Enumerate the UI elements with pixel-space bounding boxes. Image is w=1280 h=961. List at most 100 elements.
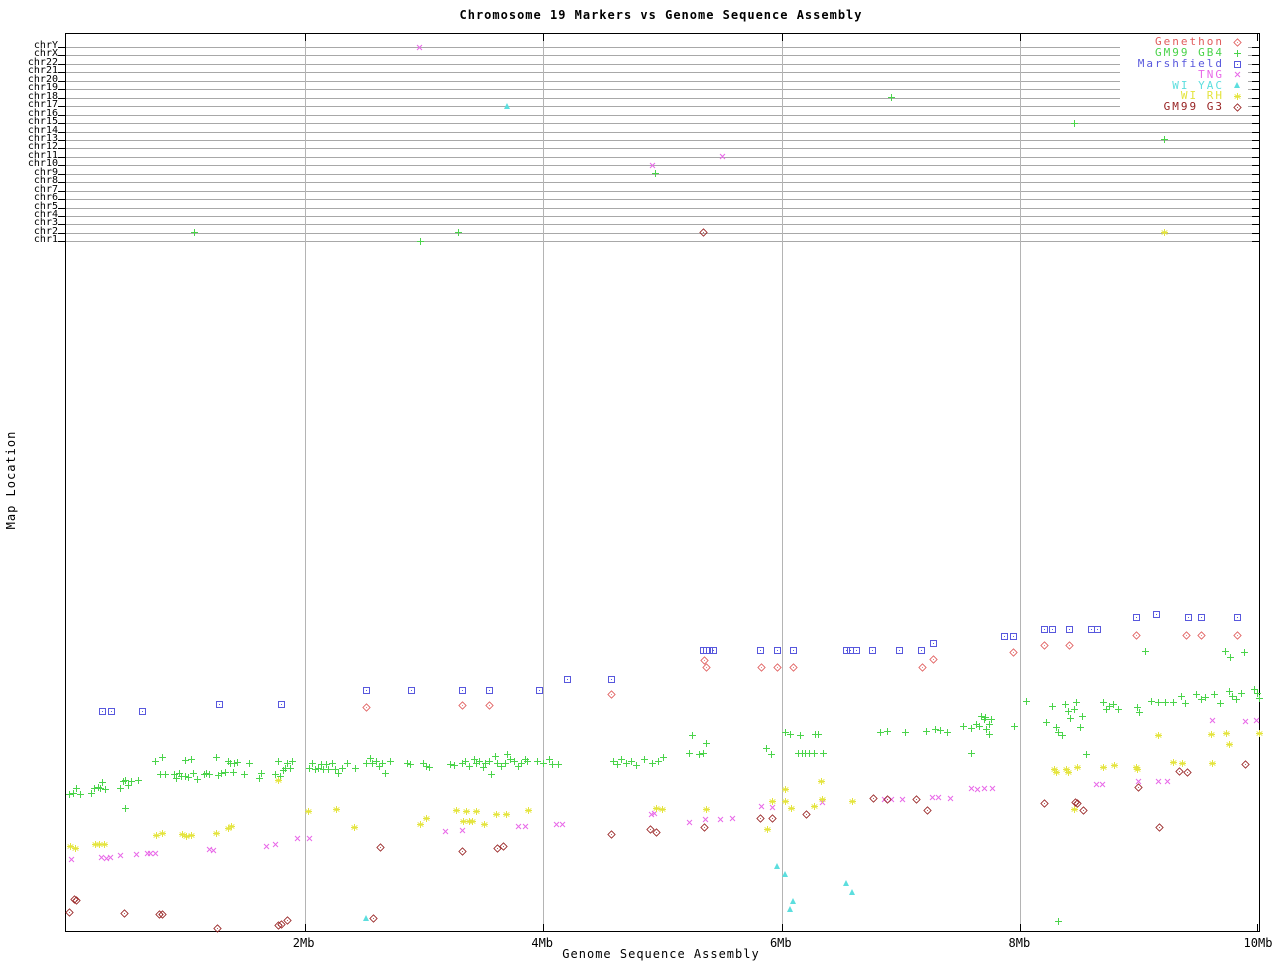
legend-row: GM99 G3 xyxy=(1120,101,1248,113)
data-point-marker xyxy=(1100,698,1108,706)
data-point-marker xyxy=(607,675,615,683)
y-axis-tick xyxy=(58,173,65,175)
data-point-marker xyxy=(932,725,940,733)
data-point-marker xyxy=(1074,763,1082,771)
data-point-marker xyxy=(272,770,280,778)
data-point-marker xyxy=(927,792,937,802)
data-point-marker xyxy=(382,769,390,777)
y-axis-tick xyxy=(1252,165,1259,167)
data-point-marker xyxy=(1098,779,1108,789)
data-point-marker xyxy=(1234,613,1242,621)
data-point-marker xyxy=(246,759,254,767)
y-axis-tick xyxy=(1252,63,1259,65)
data-point-marker xyxy=(181,756,189,764)
data-point-marker xyxy=(351,823,359,831)
data-point-marker xyxy=(551,819,561,829)
data-point-marker xyxy=(1064,707,1072,715)
data-point-marker xyxy=(328,759,336,767)
data-point-marker xyxy=(649,759,657,767)
data-point-marker xyxy=(1198,613,1206,621)
data-point-marker xyxy=(790,897,797,904)
data-point-marker xyxy=(135,776,143,784)
data-point-marker xyxy=(482,759,490,767)
data-point-marker xyxy=(1241,716,1251,726)
data-point-marker xyxy=(1252,715,1262,725)
data-point-marker xyxy=(1250,685,1258,693)
gridline-vertical xyxy=(781,34,783,931)
data-point-marker xyxy=(557,819,567,829)
data-point-marker xyxy=(224,757,232,765)
data-point-marker xyxy=(1094,625,1102,633)
data-point-marker xyxy=(1071,797,1080,807)
data-point-marker xyxy=(1009,632,1017,640)
y-axis-tick xyxy=(58,47,65,48)
data-point-marker xyxy=(1052,723,1060,731)
y-axis-tick xyxy=(1252,232,1259,234)
data-point-marker xyxy=(1198,695,1206,703)
data-point-marker xyxy=(1062,700,1070,708)
data-point-marker xyxy=(66,790,74,798)
data-point-marker xyxy=(258,769,266,777)
x-tick-label: 2Mb xyxy=(292,936,315,950)
track-line xyxy=(66,106,1259,108)
data-point-marker xyxy=(545,755,553,763)
data-point-marker xyxy=(311,765,319,773)
data-point-marker xyxy=(463,807,471,815)
data-point-marker xyxy=(923,805,932,815)
data-point-marker xyxy=(1237,689,1245,697)
legend-marker-icon xyxy=(1233,60,1241,68)
data-point-marker xyxy=(1070,705,1078,713)
y-axis-tick xyxy=(1252,47,1259,48)
track-line xyxy=(66,89,1259,91)
data-point-marker xyxy=(107,707,115,715)
data-point-marker xyxy=(1162,698,1170,706)
data-point-marker xyxy=(1179,759,1187,767)
y-axis-tick xyxy=(1252,216,1259,218)
data-point-marker xyxy=(284,759,292,767)
data-point-marker xyxy=(848,797,856,805)
data-point-marker xyxy=(362,702,371,712)
data-point-marker xyxy=(1142,647,1150,655)
data-point-marker xyxy=(820,749,828,757)
y-axis-tick xyxy=(58,72,65,74)
data-point-marker xyxy=(703,739,711,747)
chart-title: Chromosome 19 Markers vs Genome Sequence… xyxy=(459,8,863,22)
data-point-marker xyxy=(869,793,878,803)
data-point-marker xyxy=(315,764,323,772)
data-point-marker xyxy=(980,783,990,793)
data-point-marker xyxy=(1040,798,1049,808)
data-point-marker xyxy=(1162,776,1172,786)
data-point-marker xyxy=(1064,768,1072,776)
data-point-marker xyxy=(1082,750,1090,758)
data-point-marker xyxy=(977,712,985,720)
data-point-marker xyxy=(65,907,74,917)
data-point-marker xyxy=(703,805,711,813)
data-point-marker xyxy=(1232,695,1240,703)
data-point-marker xyxy=(292,833,302,843)
data-point-marker xyxy=(1102,705,1110,713)
x-axis-tick xyxy=(304,34,306,41)
data-point-marker xyxy=(762,744,770,752)
data-point-marker xyxy=(1078,712,1086,720)
data-point-marker xyxy=(465,762,473,770)
data-point-marker xyxy=(1225,740,1233,748)
data-point-marker xyxy=(87,789,95,797)
data-point-marker xyxy=(142,848,152,858)
y-axis-tick xyxy=(1252,241,1259,243)
data-point-marker xyxy=(1201,693,1209,701)
data-point-marker xyxy=(763,825,771,833)
data-point-marker xyxy=(1177,692,1185,700)
data-point-marker xyxy=(503,750,511,758)
data-point-marker xyxy=(1197,630,1206,640)
data-point-marker xyxy=(193,775,201,783)
data-point-marker xyxy=(1217,699,1225,707)
legend-row: Marshfield xyxy=(1120,58,1248,70)
chart-canvas: Chromosome 19 Markers vs Genome Sequence… xyxy=(0,0,1280,961)
track-line xyxy=(66,131,1259,133)
data-point-marker xyxy=(817,797,827,807)
data-point-marker xyxy=(472,759,480,767)
data-point-marker xyxy=(1040,640,1049,650)
y-axis-tick xyxy=(1252,80,1259,82)
legend-marker-icon xyxy=(1233,82,1240,89)
legend-marker-icon xyxy=(1224,37,1248,48)
